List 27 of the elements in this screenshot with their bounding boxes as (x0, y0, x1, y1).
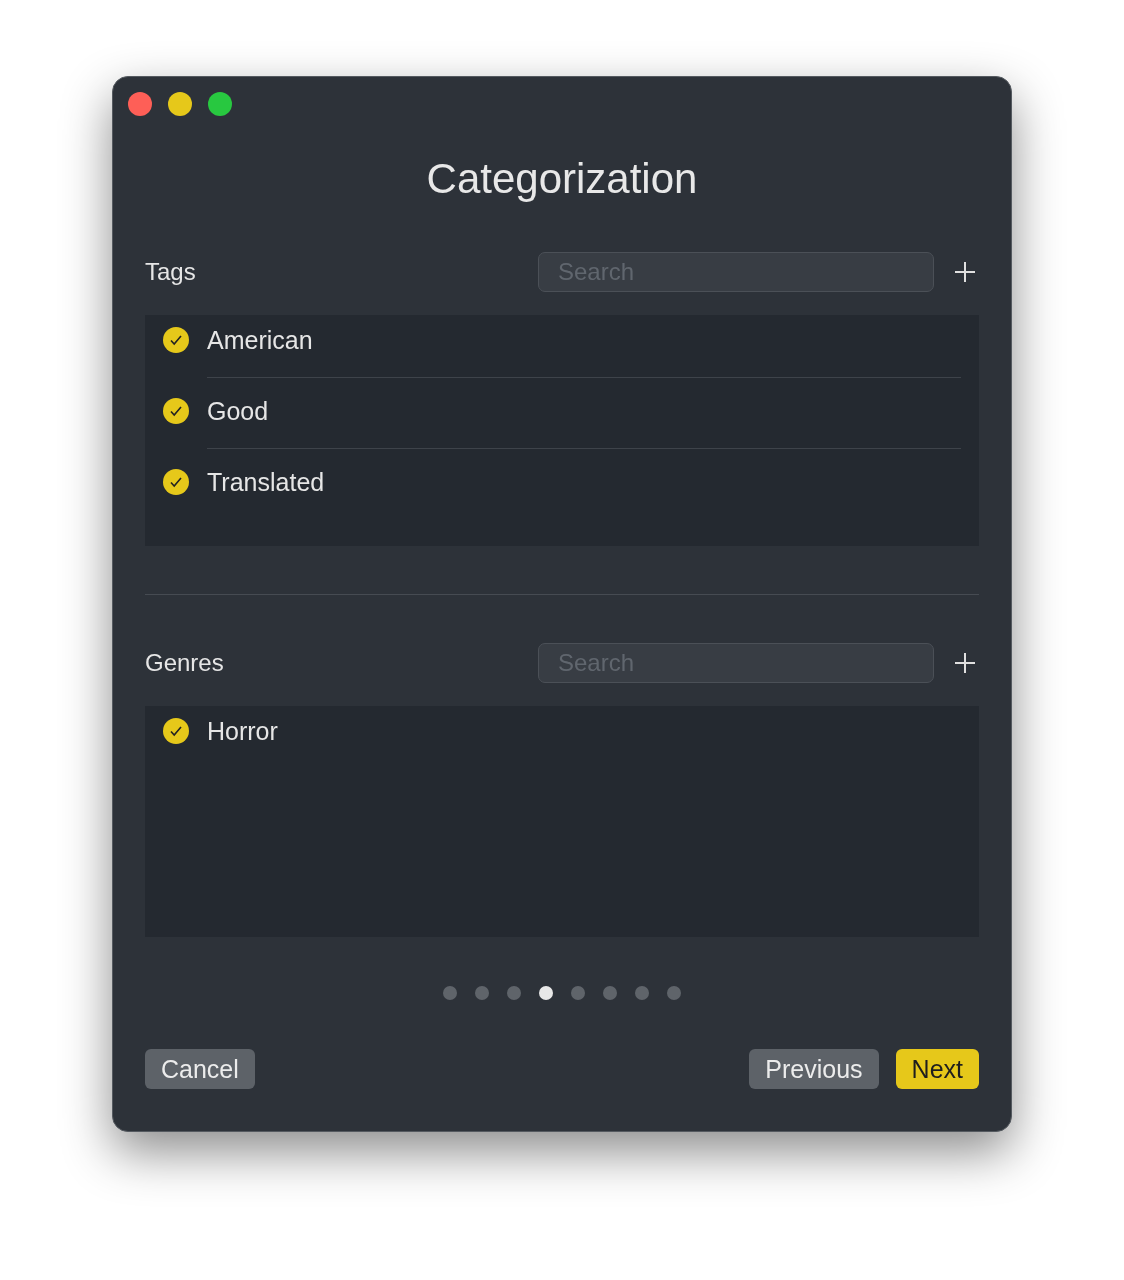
list-item: Translated (207, 469, 325, 495)
section-title: Tags (145, 258, 197, 286)
page-dot[interactable] (571, 986, 585, 1000)
checkbox[interactable] (163, 718, 189, 744)
page-dot[interactable] (475, 986, 489, 1000)
close-icon[interactable] (128, 92, 152, 116)
page-dot[interactable] (635, 986, 649, 1000)
add-icon[interactable] (954, 261, 976, 283)
next-button[interactable]: Next (895, 1049, 979, 1089)
section-title: Genres (145, 649, 225, 677)
list-item: Horror (207, 718, 278, 744)
previous-button[interactable]: Previous (749, 1049, 879, 1089)
page-dot[interactable] (539, 986, 553, 1000)
add-icon[interactable] (954, 652, 976, 674)
page-dot[interactable] (507, 986, 521, 1000)
page-dot[interactable] (667, 986, 681, 1000)
zoom-icon[interactable] (208, 92, 232, 116)
page-dot[interactable] (443, 986, 457, 1000)
checkbox[interactable] (163, 398, 189, 424)
cancel-button[interactable]: Cancel (145, 1049, 255, 1089)
list-item: American (207, 327, 313, 353)
list-item: Good (207, 398, 269, 424)
page-dot[interactable] (603, 986, 617, 1000)
checkbox[interactable] (163, 469, 189, 495)
minimize-icon[interactable] (168, 92, 192, 116)
window-title: Categorization (425, 154, 699, 204)
checkbox[interactable] (163, 327, 189, 353)
